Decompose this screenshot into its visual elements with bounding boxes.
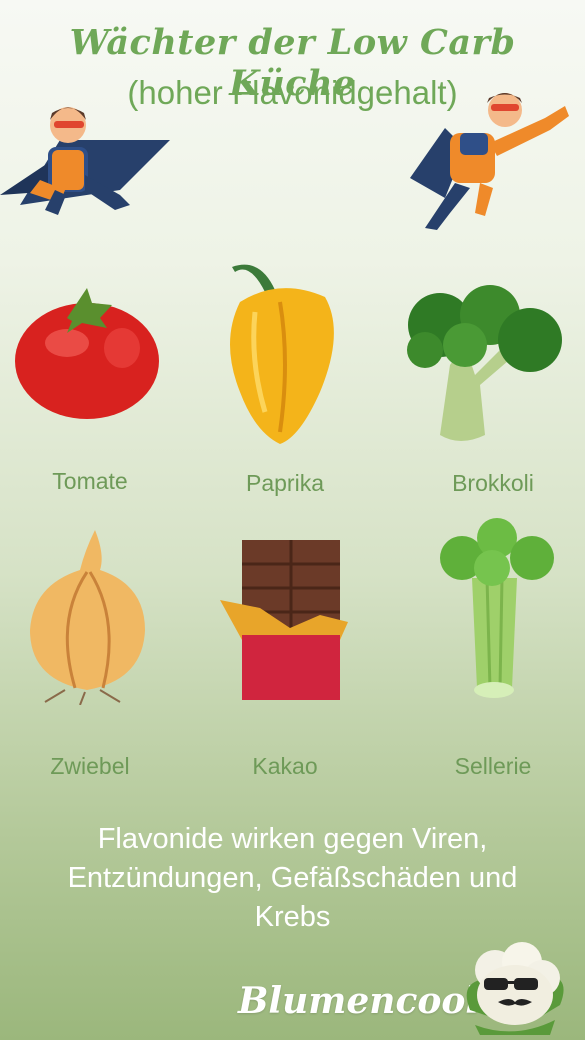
footer-line-3: Krebs [254,901,331,933]
item-label-brokkoli: Brokkoli [452,470,534,496]
item-label-sellerie: Sellerie [454,753,532,779]
superhero-right-icon [410,93,569,230]
footer-text: Flavonide wirken gegen Viren, Entzündung… [20,820,565,937]
broccoli-icon [407,285,562,441]
item-label-paprika: Paprika [246,470,324,496]
chocolate-icon [220,540,348,700]
item-label-zwiebel: Zwiebel [50,753,130,779]
celery-icon [440,518,554,698]
footer-line-1: Flavonide wirken gegen Viren, [97,823,488,855]
cauliflower-mascot-icon [466,942,564,1035]
footer-line-2: Entzündungen, Gefäßschäden und [67,862,518,894]
item-label-tomate: Tomate [52,468,128,494]
superhero-left-icon [0,107,170,215]
pepper-icon [230,264,334,444]
onion-icon [30,530,145,705]
item-label-kakao: Kakao [252,753,318,779]
tomato-icon [15,288,159,419]
